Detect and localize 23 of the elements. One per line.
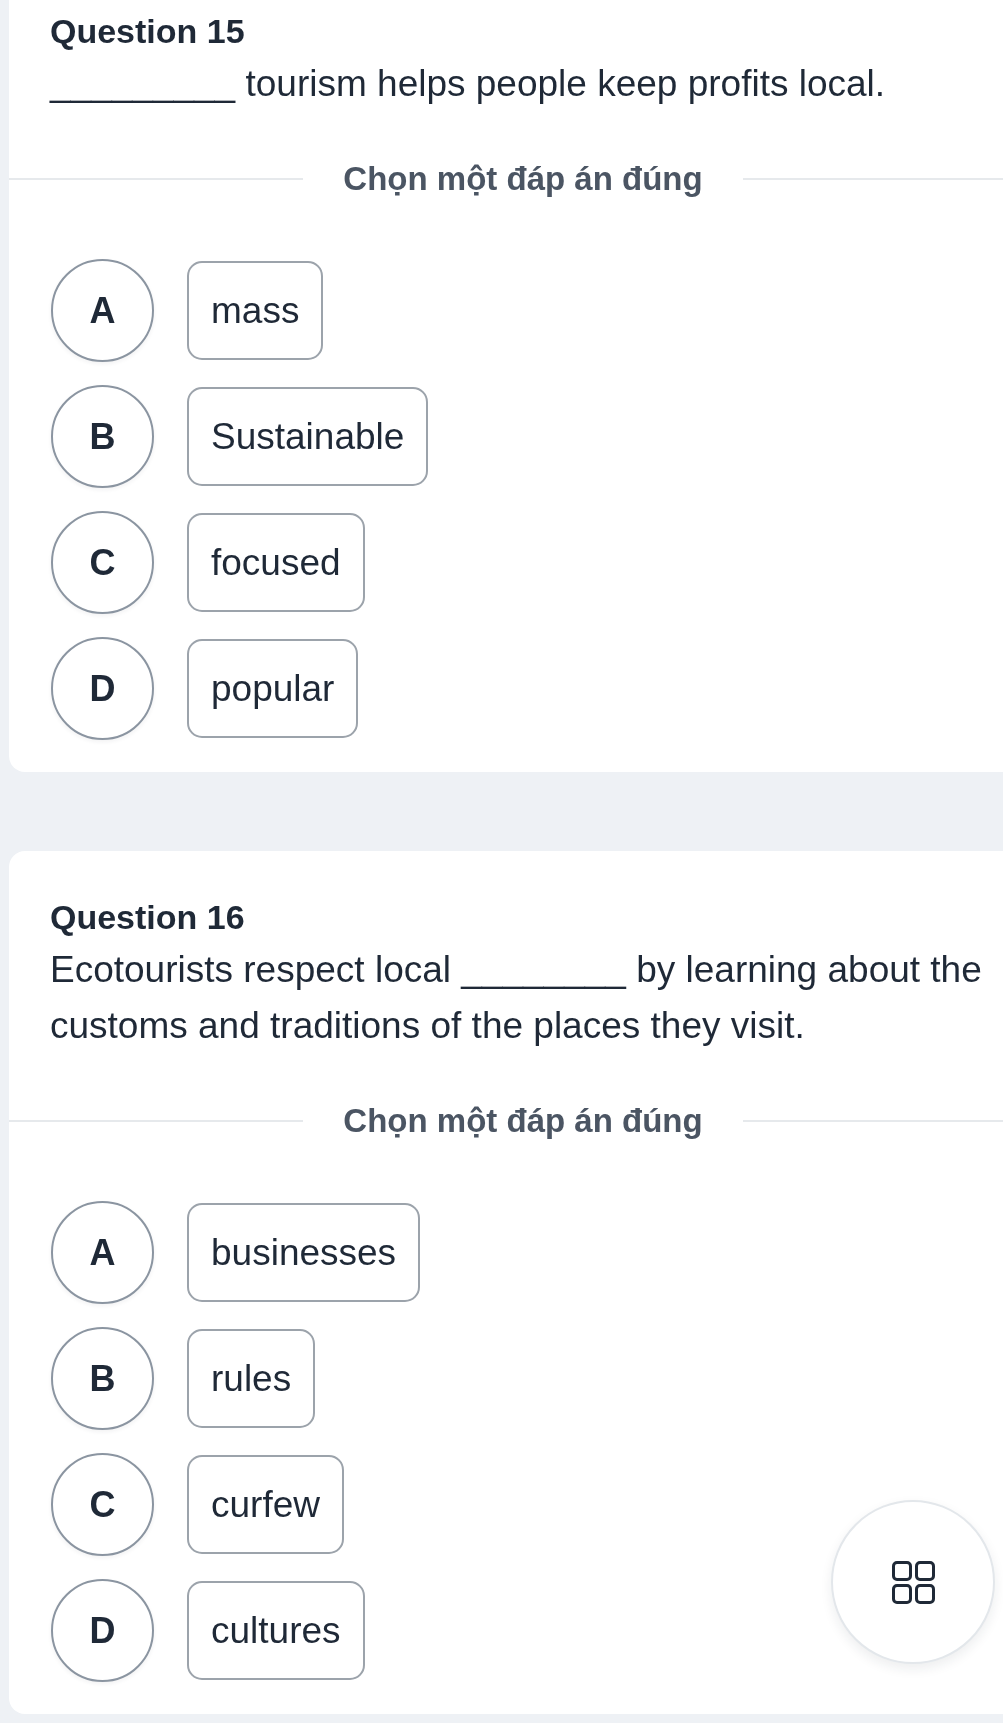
option-letter[interactable]: A xyxy=(51,259,154,362)
answer-option[interactable]: popular xyxy=(187,639,359,738)
answer-option[interactable]: rules xyxy=(187,1329,316,1428)
question-text: Ecotourists respect local ________ by learning about the customs and traditions of the places they visit. xyxy=(50,948,983,1048)
instruction-text: Chọn một đáp án đúng xyxy=(343,1101,703,1141)
question-title: Question 16 xyxy=(50,897,245,938)
question-text: _________ tourism helps people keep profits local. xyxy=(50,62,887,106)
option-letter[interactable]: B xyxy=(51,385,154,488)
option-letter[interactable]: C xyxy=(51,511,154,614)
option-letter[interactable]: C xyxy=(51,1453,154,1556)
answer-option[interactable]: Sustainable xyxy=(187,387,429,486)
instruction-text: Chọn một đáp án đúng xyxy=(343,159,703,199)
answer-option[interactable]: curfew xyxy=(187,1455,344,1554)
grid-icon xyxy=(891,1560,935,1604)
answer-option[interactable]: cultures xyxy=(187,1581,365,1680)
option-letter[interactable]: B xyxy=(51,1327,154,1430)
option-letter[interactable]: D xyxy=(51,1579,154,1682)
option-letter[interactable]: A xyxy=(51,1201,154,1304)
question-title: Question 15 xyxy=(50,11,245,52)
answer-option[interactable]: businesses xyxy=(187,1203,421,1302)
answer-option[interactable]: focused xyxy=(187,513,365,612)
answer-option[interactable]: mass xyxy=(187,261,324,360)
option-letter[interactable]: D xyxy=(51,637,154,740)
